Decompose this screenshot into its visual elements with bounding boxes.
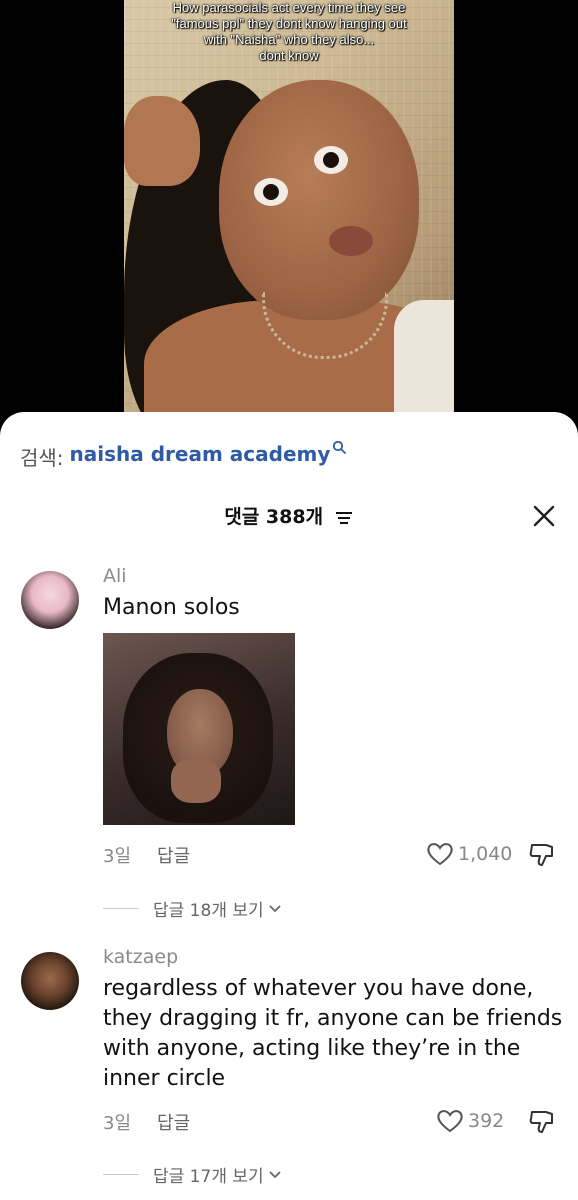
caption-line: with "Naisha" who they also... xyxy=(203,32,375,47)
video-hand xyxy=(124,96,200,186)
view-replies-label: 답글 18개 보기 xyxy=(153,901,264,921)
view-replies-button[interactable]: 답글 17개 보기 xyxy=(103,1162,282,1187)
divider xyxy=(103,908,139,909)
search-icon xyxy=(333,440,347,454)
comment-username[interactable]: Ali xyxy=(103,565,127,587)
heart-icon xyxy=(437,1110,463,1133)
video-eye-right xyxy=(314,146,348,174)
comment-username[interactable]: katzaep xyxy=(103,946,178,968)
comments-sheet: 검색: naisha dream academy 댓글 388개 Ali Man… xyxy=(0,412,578,1200)
search-suggestion[interactable]: 검색: naisha dream academy xyxy=(20,440,347,471)
reply-button[interactable]: 답글 xyxy=(157,1109,190,1135)
divider xyxy=(103,1174,139,1175)
thumbs-down-icon[interactable] xyxy=(528,842,556,868)
comment-attached-image[interactable] xyxy=(103,633,295,825)
caption-line: "famous ppl" they dont know hanging out xyxy=(171,16,407,31)
comments-count-title: 댓글 388개 xyxy=(224,506,324,528)
view-replies-button[interactable]: 답글 18개 보기 xyxy=(103,896,282,921)
chevron-down-icon xyxy=(269,1170,281,1178)
view-replies-label: 답글 17개 보기 xyxy=(153,1167,264,1187)
video-eye-left xyxy=(254,178,288,206)
search-query-link[interactable]: naisha dream academy xyxy=(70,442,331,466)
like-button[interactable]: 392 xyxy=(436,1109,504,1133)
like-count: 1,040 xyxy=(458,843,513,865)
avatar[interactable] xyxy=(21,952,79,1010)
comment-text: regardless of whatever you have done, th… xyxy=(103,976,563,1091)
comment-text: Manon solos xyxy=(103,595,240,620)
like-button[interactable]: 1,040 xyxy=(426,842,512,866)
comment-meta: 3일 답글 xyxy=(103,842,190,868)
comment-age: 3일 xyxy=(103,846,132,867)
video-player[interactable] xyxy=(124,0,454,440)
comment-meta: 3일 답글 xyxy=(103,1109,190,1135)
comment-age: 3일 xyxy=(103,1113,132,1134)
avatar[interactable] xyxy=(21,571,79,629)
thumbs-down-icon[interactable] xyxy=(528,1109,556,1135)
video-face xyxy=(219,80,419,320)
image-hand xyxy=(171,759,221,803)
chevron-down-icon xyxy=(269,904,281,912)
comments-header: 댓글 388개 xyxy=(0,502,578,529)
video-lips xyxy=(329,226,373,256)
filter-icon[interactable] xyxy=(334,510,354,526)
heart-icon xyxy=(427,843,453,866)
caption-line: dont know xyxy=(259,48,319,63)
like-count: 392 xyxy=(468,1110,505,1132)
caption-line: How parasocials act every time they see xyxy=(172,0,406,15)
video-caption: How parasocials act every time they see … xyxy=(124,0,454,64)
close-icon[interactable] xyxy=(532,504,556,528)
reply-button[interactable]: 답글 xyxy=(157,842,190,868)
search-prefix: 검색: xyxy=(20,446,64,470)
